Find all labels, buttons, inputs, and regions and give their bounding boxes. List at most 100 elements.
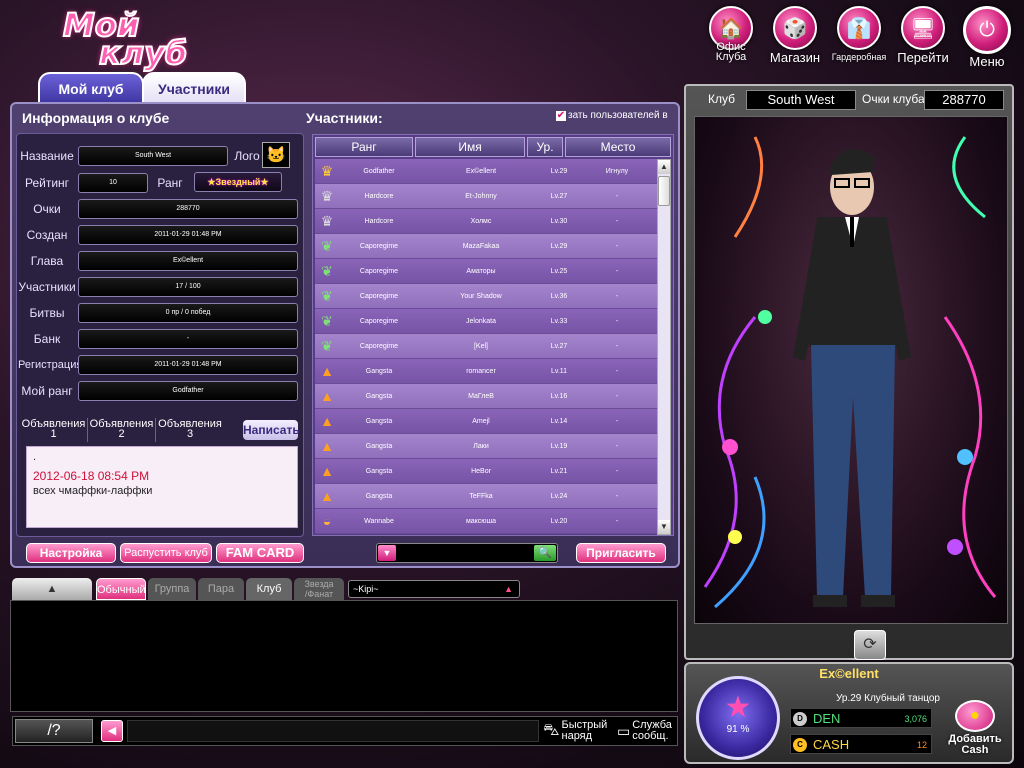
member-name: Холмс xyxy=(470,217,492,225)
field-head: Глава Ex©ellent xyxy=(18,250,302,272)
rotate-avatar-button[interactable]: ⟳ xyxy=(854,630,886,660)
field-head-label: Глава xyxy=(30,254,64,268)
cash-coin-icon: C xyxy=(793,738,807,752)
announcement-date: 2012-06-18 08:54 PM xyxy=(33,469,150,483)
member-row[interactable]: ▲ Gangsta Amejl Lv.14 - xyxy=(315,409,657,434)
members-table: Ранг Имя Ур. Место ♛ Godfather Ex©ellent Lv… xyxy=(312,134,674,536)
chat-tab-group[interactable]: Группа xyxy=(148,578,196,600)
service-label: Служба сообщ. xyxy=(632,719,672,742)
dropdown-icon[interactable]: ▼ xyxy=(378,545,396,561)
col-rank[interactable]: Ранг xyxy=(315,137,413,157)
col-level[interactable]: Ур. xyxy=(527,137,563,157)
member-row[interactable]: ❦ Caporegime Jelonkata Lv.33 - xyxy=(315,309,657,334)
member-name: HeBor xyxy=(471,467,491,475)
chat-tab-normal[interactable]: Обычный xyxy=(96,578,146,600)
go-label: Перейти xyxy=(897,50,949,65)
den-coin-icon: D xyxy=(793,712,807,726)
member-row[interactable]: ♛ Hardcore Et-Johnny Lv.27 - xyxy=(315,184,657,209)
member-row[interactable]: ♛ Hardcore Холмс Lv.30 - xyxy=(315,209,657,234)
show-users-toggle[interactable]: ✔ зать пользователей в xyxy=(556,110,668,121)
member-row[interactable]: ♛ Godfather Ex©ellent Lv.29 Игнулу xyxy=(315,159,657,184)
den-row: D DEN 3,076 xyxy=(790,708,932,728)
chat-message-input[interactable] xyxy=(127,720,539,742)
member-rank: Caporegime xyxy=(359,292,399,300)
club-info-title: Информация о клубе xyxy=(22,110,170,126)
member-level: Lv.14 xyxy=(550,417,568,425)
add-cash-label: Добавить Cash xyxy=(948,733,1002,756)
announcement-tab-2[interactable]: Объявления 2 xyxy=(88,418,156,442)
member-row[interactable]: ◒ Wannabe максюша Lv.20 - xyxy=(315,509,657,534)
field-name-label: Название xyxy=(20,149,74,163)
member-row[interactable]: ❦ Caporegime Аматоры Lv.25 - xyxy=(315,259,657,284)
member-rank: Caporegime xyxy=(359,242,399,250)
member-level: Lv.27 xyxy=(550,192,568,200)
chat-collapse-button[interactable]: ▲ xyxy=(12,578,92,600)
shop-button[interactable]: 🎲 Магазин xyxy=(764,6,826,70)
scroll-up-icon[interactable]: ▲ xyxy=(658,160,670,174)
tab-my-club[interactable]: Мой клуб xyxy=(38,72,144,104)
member-search[interactable]: ▼ 🔍 xyxy=(376,543,558,563)
member-name: Et-Johnny xyxy=(465,192,497,200)
member-row[interactable]: ❦ Caporegime MazaFakaa Lv.29 - xyxy=(315,234,657,259)
member-rank: Hardcore xyxy=(364,217,394,225)
search-icon[interactable]: 🔍 xyxy=(534,545,556,561)
col-name[interactable]: Имя xyxy=(415,137,525,157)
emote-icon[interactable]: ◀ xyxy=(101,720,123,742)
member-rank: Hardcore xyxy=(364,192,394,200)
member-level: Lv.11 xyxy=(550,367,568,375)
col-place[interactable]: Место xyxy=(565,137,671,157)
member-level: Lv.29 xyxy=(550,242,568,250)
member-rank: Caporegime xyxy=(359,342,399,350)
write-announcement-button[interactable]: Написать xyxy=(243,420,300,440)
member-rank: Gangsta xyxy=(365,367,393,375)
tab-members[interactable]: Участники xyxy=(142,72,246,104)
settings-button[interactable]: Настройка xyxy=(26,543,116,563)
invite-button[interactable]: Пригласить xyxy=(576,543,666,563)
member-row[interactable]: ▲ Gangsta HeBor Lv.21 - xyxy=(315,459,657,484)
field-my-rank-label: Мой ранг xyxy=(21,384,73,398)
chat-channel-select[interactable]: ~Kipi~ ▲ xyxy=(348,580,520,598)
help-button[interactable]: /? xyxy=(15,719,93,743)
wardrobe-button[interactable]: 👔 Гардеробная xyxy=(828,6,890,70)
scroll-down-icon[interactable]: ▼ xyxy=(658,520,670,534)
service-button[interactable]: ▭ Служба сообщ. xyxy=(617,717,679,745)
member-row[interactable]: ▲ Gangsta TeFFka Lv.24 - xyxy=(315,484,657,509)
member-row[interactable]: ▲ Gangsta romancer Lv.11 - xyxy=(315,359,657,384)
members-scrollbar[interactable]: ▲ ▼ xyxy=(657,159,671,535)
cone-icon: ▲ xyxy=(320,363,334,379)
club-logo[interactable]: 🐱 xyxy=(262,142,290,168)
field-registration: Регистрация 2011-01-29 01:48 PM xyxy=(18,354,302,376)
chat-tab-star[interactable]: Звезда /Фанат xyxy=(294,578,344,600)
add-cash-button[interactable]: ● Добавить Cash xyxy=(944,700,1006,756)
avatar-view[interactable] xyxy=(694,116,1008,624)
wardrobe-icon: 👔 xyxy=(837,6,881,50)
office-button[interactable]: 🏠 Офис Клуба xyxy=(700,6,762,70)
chat-tab-club[interactable]: Клуб xyxy=(246,578,292,600)
announcement-tab-3[interactable]: Объявления 3 xyxy=(156,418,224,442)
wing-icon: ❦ xyxy=(321,237,333,254)
member-level: Lv.29 xyxy=(550,167,568,175)
disband-club-button[interactable]: Распустить клуб xyxy=(120,543,212,563)
member-place: - xyxy=(615,417,619,425)
member-row[interactable]: ❦ Caporegime [Kel] Lv.27 - xyxy=(315,334,657,359)
club-points-label: Очки клуба xyxy=(862,92,925,106)
cone-icon: ▲ xyxy=(320,488,334,504)
announcement-tab-1[interactable]: Объявления 1 xyxy=(20,418,88,442)
quick-wear-button[interactable]: ⛍ Быстрый наряд xyxy=(543,717,615,745)
field-bank: Банк - xyxy=(18,328,302,350)
menu-label: Меню xyxy=(969,54,1005,69)
member-name: Your Shadow xyxy=(460,292,502,300)
member-row[interactable]: ❦ Caporegime Your Shadow Lv.36 - xyxy=(315,284,657,309)
member-row[interactable]: ▲ Gangsta Лаки Lv.19 - xyxy=(315,434,657,459)
member-name: Amejl xyxy=(472,417,490,425)
cash-value: 12 xyxy=(916,740,927,750)
fam-card-button[interactable]: FAM CARD xyxy=(216,543,304,563)
chat-log[interactable] xyxy=(10,600,678,712)
chat-tab-pair[interactable]: Пара xyxy=(198,578,244,600)
go-button[interactable]: 🖥 Перейти xyxy=(892,6,954,70)
member-level: Lv.24 xyxy=(550,492,568,500)
scroll-thumb[interactable] xyxy=(658,176,670,206)
checkbox-icon[interactable]: ✔ xyxy=(556,110,566,121)
member-row[interactable]: ▲ Gangsta МаГлеВ Lv.16 - xyxy=(315,384,657,409)
menu-button[interactable]: ⏻ Меню xyxy=(956,6,1018,70)
